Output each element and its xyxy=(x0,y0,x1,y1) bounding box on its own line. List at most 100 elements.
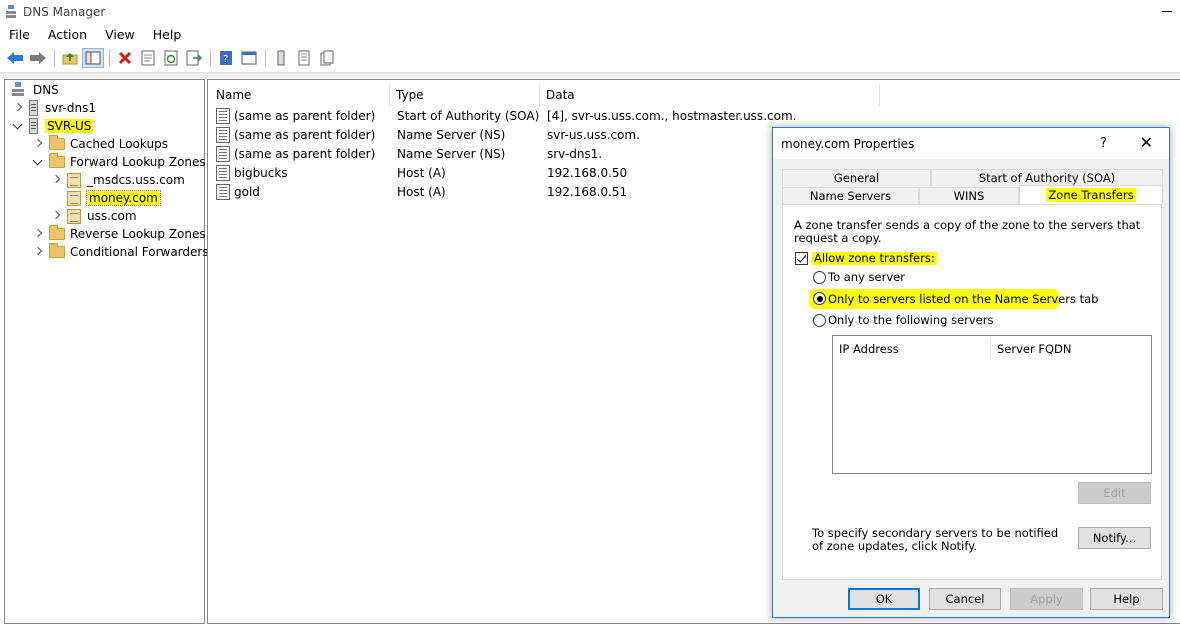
tree-item-svr-us[interactable]: SVR-US xyxy=(13,117,94,135)
properties-sheet-icon[interactable] xyxy=(137,48,159,68)
refresh-icon[interactable] xyxy=(160,48,182,68)
tree-label-svr-dns1: svr-dns1 xyxy=(45,101,96,115)
tree-label-uss-com: uss.com xyxy=(87,209,137,223)
toolbar-separator xyxy=(265,49,266,67)
tab-row-top: General Start of Authority (SOA) xyxy=(782,169,1163,186)
console-view-icon[interactable] xyxy=(238,48,260,68)
menu-file[interactable]: File xyxy=(0,27,39,42)
expand-arrow-icon[interactable] xyxy=(33,247,43,257)
zone-icon xyxy=(67,172,81,188)
console-tree: DNS svr-dns1 SVR-US Cached Lookups Forwa… xyxy=(4,79,209,624)
forward-icon[interactable] xyxy=(27,48,49,68)
radio-name-servers[interactable] xyxy=(813,292,826,305)
tree-item-uss-com[interactable]: uss.com xyxy=(51,207,137,225)
record-data: 192.168.0.51 xyxy=(547,184,628,199)
toolbar-separator xyxy=(210,49,211,67)
records-icon[interactable] xyxy=(293,48,315,68)
close-icon[interactable]: ✕ xyxy=(1140,133,1153,152)
table-row[interactable]: (same as parent folder) Name Server (NS)… xyxy=(208,144,602,163)
menu-action[interactable]: Action xyxy=(39,27,96,42)
tree-item-reverse-lookup-zones[interactable]: Reverse Lookup Zones xyxy=(33,225,206,243)
tree-label-money-com: money.com xyxy=(86,190,161,206)
grid-header-ip[interactable]: IP Address xyxy=(833,340,991,358)
record-icon xyxy=(216,107,230,124)
record-type: Host (A) xyxy=(397,165,446,180)
tree-item-msdcs[interactable]: _msdcs.uss.com xyxy=(51,171,185,189)
cancel-button[interactable]: Cancel xyxy=(929,588,1001,610)
properties-dialog: money.com Properties ? ✕ General Start o… xyxy=(772,127,1170,618)
radio-any-server[interactable] xyxy=(813,271,826,284)
radio-following-servers-label: Only to the following servers xyxy=(828,313,994,327)
menu-bar: File Action View Help xyxy=(0,24,190,44)
minimize-button[interactable] xyxy=(1162,11,1172,12)
notify-button[interactable]: Notify... xyxy=(1078,527,1151,549)
table-row[interactable]: gold Host (A) 192.168.0.51 xyxy=(208,182,627,201)
column-header-data[interactable]: Data xyxy=(540,84,880,106)
table-row[interactable]: (same as parent folder) Name Server (NS)… xyxy=(208,125,640,144)
tab-zone-transfers-label: Zone Transfers xyxy=(1046,188,1136,202)
table-row[interactable]: (same as parent folder) Start of Authori… xyxy=(208,106,796,125)
tab-name-servers[interactable]: Name Servers xyxy=(782,187,919,204)
toolbar-separator xyxy=(54,49,55,67)
tree-label-cached-lookups: Cached Lookups xyxy=(70,137,168,151)
tab-soa[interactable]: Start of Authority (SOA) xyxy=(931,169,1163,186)
up-folder-icon[interactable] xyxy=(59,48,81,68)
server-icon[interactable] xyxy=(270,48,292,68)
menu-view[interactable]: View xyxy=(96,27,144,42)
tree-item-svr-dns1[interactable]: svr-dns1 xyxy=(13,99,96,117)
help-question-icon[interactable]: ? xyxy=(1100,136,1107,151)
expand-arrow-icon[interactable] xyxy=(33,229,43,239)
dialog-title: money.com Properties xyxy=(781,136,915,151)
ok-button[interactable]: OK xyxy=(848,588,920,610)
tab-general[interactable]: General xyxy=(782,169,931,186)
tree-item-cached-lookups[interactable]: Cached Lookups xyxy=(33,135,168,153)
help-button[interactable]: Help xyxy=(1090,588,1163,610)
grid-header-fqdn[interactable]: Server FQDN xyxy=(991,340,1151,358)
title-bar: DNS Manager xyxy=(0,0,1180,24)
tree-item-dns[interactable]: DNS xyxy=(11,81,59,99)
dns-manager-icon xyxy=(5,5,17,19)
server-icon xyxy=(29,118,38,134)
collapse-arrow-icon[interactable] xyxy=(33,157,43,167)
collapse-arrow-icon[interactable] xyxy=(13,121,23,131)
record-name: bigbucks xyxy=(234,165,288,180)
folder-icon xyxy=(49,135,65,150)
new-records-icon[interactable] xyxy=(316,48,338,68)
back-icon[interactable] xyxy=(4,48,26,68)
toolbar-separator xyxy=(109,49,110,67)
servers-grid: IP Address Server FQDN xyxy=(832,335,1152,474)
expand-arrow-icon[interactable] xyxy=(13,103,23,113)
column-header-type[interactable]: Type xyxy=(390,84,540,106)
tree-item-forward-lookup-zones[interactable]: Forward Lookup Zones xyxy=(33,153,206,171)
delete-icon[interactable] xyxy=(114,48,136,68)
dns-manager-window: DNS Manager File Action View Help ? DNS xyxy=(0,0,1180,624)
expand-arrow-icon[interactable] xyxy=(33,139,43,149)
apply-button[interactable]: Apply xyxy=(1010,588,1083,610)
tab-wins[interactable]: WINS xyxy=(919,187,1019,204)
zone-icon xyxy=(67,208,81,224)
table-row[interactable]: bigbucks Host (A) 192.168.0.50 xyxy=(208,163,627,182)
radio-following-servers[interactable] xyxy=(813,314,826,327)
tab-zone-transfers[interactable]: Zone Transfers xyxy=(1019,185,1163,204)
record-data: srv-dns1. xyxy=(547,146,603,161)
help-icon[interactable]: ? xyxy=(215,48,237,68)
menu-help[interactable]: Help xyxy=(144,27,191,42)
folder-icon xyxy=(49,153,65,168)
record-data: svr-us.uss.com. xyxy=(547,127,640,142)
record-icon xyxy=(216,183,230,200)
tree-label-reverse-lookup-zones: Reverse Lookup Zones xyxy=(70,227,206,241)
allow-zone-transfers-checkbox[interactable] xyxy=(795,252,808,265)
tree-label-svr-us: SVR-US xyxy=(45,119,94,133)
record-name: (same as parent folder) xyxy=(234,127,376,142)
tree-item-conditional-forwarders[interactable]: Conditional Forwarders xyxy=(33,243,209,261)
expand-arrow-icon[interactable] xyxy=(51,211,61,221)
export-list-icon[interactable] xyxy=(183,48,205,68)
tree-item-money-com[interactable]: money.com xyxy=(67,189,161,207)
allow-zone-transfers-label: Allow zone transfers: xyxy=(812,251,937,265)
record-data: [4], svr-us.uss.com., hostmaster.uss.com… xyxy=(547,108,797,123)
column-header-name[interactable]: Name xyxy=(210,84,390,106)
show-hide-tree-icon[interactable] xyxy=(82,48,104,68)
server-icon xyxy=(29,100,38,116)
edit-button[interactable]: Edit xyxy=(1078,482,1151,504)
expand-arrow-icon[interactable] xyxy=(51,175,61,185)
